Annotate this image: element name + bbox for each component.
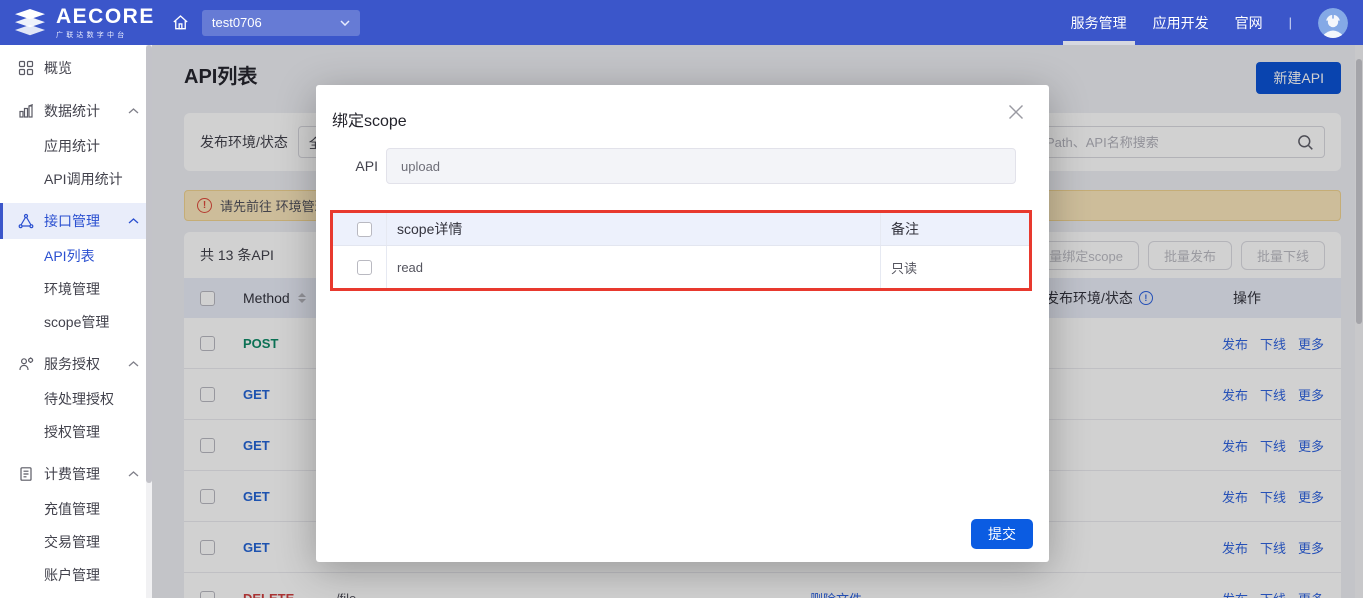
sidebar-item-label: 接口管理 (44, 211, 100, 231)
scope-detail-header: scope详情 (387, 213, 881, 245)
sidebar-group-data-stats[interactable]: 数据统计 (0, 93, 152, 129)
overview-icon (18, 60, 34, 76)
chevron-down-icon (340, 20, 350, 26)
modal-title: 绑定scope (332, 107, 407, 131)
sidebar-item-label: 待处理授权 (44, 389, 114, 409)
aecore-logo-icon (13, 8, 47, 38)
sidebar: 概览 数据统计 应用统计 API调用统计 接口管理 API列表 环境管理 sco… (0, 45, 152, 598)
scope-table-highlight: scope详情 备注 read 只读 (330, 210, 1032, 291)
sidebar-item-overview[interactable]: 概览 (0, 51, 152, 85)
sidebar-item-label: 账户管理 (44, 565, 100, 585)
brand-name: AECORE (56, 6, 155, 27)
sidebar-item-label: 概览 (44, 58, 72, 78)
chevron-up-icon (128, 361, 139, 367)
sidebar-group-api-manage[interactable]: 接口管理 (0, 203, 152, 239)
sidebar-item-label: 服务授权 (44, 354, 100, 374)
nav-item-service-manage[interactable]: 服务管理 (1071, 0, 1127, 45)
brand-subtitle: 广联达数字中台 (56, 30, 155, 40)
sidebar-group-service-auth[interactable]: 服务授权 (0, 346, 152, 382)
chevron-up-icon (128, 471, 139, 477)
sidebar-item-account-manage[interactable]: 账户管理 (0, 558, 152, 591)
sidebar-item-pending-auth[interactable]: 待处理授权 (0, 382, 152, 415)
sidebar-item-label: scope管理 (44, 312, 109, 332)
sidebar-item-trade-manage[interactable]: 交易管理 (0, 525, 152, 558)
workspace-select[interactable]: test0706 (202, 10, 360, 36)
sidebar-scrollbar[interactable] (146, 45, 152, 598)
sidebar-scrollbar-thumb[interactable] (146, 45, 152, 483)
user-avatar[interactable] (1318, 8, 1348, 38)
sidebar-item-label: 环境管理 (44, 279, 100, 299)
data-stats-icon (18, 103, 34, 119)
submit-button[interactable]: 提交 (971, 519, 1033, 549)
api-field-label: API (316, 158, 378, 174)
sidebar-item-label: 计费管理 (44, 464, 100, 484)
close-icon[interactable] (1005, 101, 1027, 123)
nav-item-app-develop[interactable]: 应用开发 (1153, 0, 1209, 45)
sidebar-group-billing[interactable]: 计费管理 (0, 456, 152, 492)
billing-icon (18, 466, 34, 482)
remark-header: 备注 (881, 213, 1029, 245)
scope-value: read (387, 246, 881, 288)
sidebar-item-label: 充值管理 (44, 499, 100, 519)
sidebar-item-api-call-stats[interactable]: API调用统计 (0, 162, 152, 195)
app-screen: AECORE 广联达数字中台 test0706 服务管理 应用开发 官网 | (0, 0, 1363, 598)
workspace-value: test0706 (212, 15, 262, 30)
sidebar-item-env-manage[interactable]: 环境管理 (0, 272, 152, 305)
home-icon[interactable] (171, 13, 190, 32)
api-field[interactable] (386, 148, 1016, 184)
chevron-up-icon (128, 218, 139, 224)
sidebar-item-api-list[interactable]: API列表 (0, 239, 152, 272)
sidebar-item-label: API调用统计 (44, 169, 123, 189)
api-manage-icon (18, 213, 34, 229)
sidebar-item-label: 数据统计 (44, 101, 100, 121)
sidebar-item-scope-manage[interactable]: scope管理 (0, 305, 152, 338)
api-form-row: API (316, 148, 1049, 184)
top-navbar: AECORE 广联达数字中台 test0706 服务管理 应用开发 官网 | (0, 0, 1363, 45)
sidebar-item-label: 授权管理 (44, 422, 100, 442)
scope-remark: 只读 (881, 246, 1029, 288)
nav-item-official-site[interactable]: 官网 (1235, 0, 1263, 45)
sidebar-item-app-stats[interactable]: 应用统计 (0, 129, 152, 162)
sidebar-item-auth-manage[interactable]: 授权管理 (0, 415, 152, 448)
scope-table-header: scope详情 备注 (333, 213, 1029, 246)
sidebar-item-label: 应用统计 (44, 136, 100, 156)
sidebar-item-label: 交易管理 (44, 532, 100, 552)
navbar-menu: 服务管理 应用开发 官网 | (1071, 0, 1363, 45)
scope-row-checkbox[interactable] (357, 260, 372, 275)
nav-divider: | (1289, 15, 1292, 30)
bind-scope-modal: 绑定scope API scope详情 备注 read 只读 提交 (316, 85, 1049, 562)
scope-row: read 只读 (333, 246, 1029, 288)
sidebar-item-recharge-manage[interactable]: 充值管理 (0, 492, 152, 525)
scope-select-all-checkbox[interactable] (357, 222, 372, 237)
sidebar-item-label: API列表 (44, 246, 95, 266)
chevron-up-icon (128, 108, 139, 114)
service-auth-icon (18, 356, 34, 372)
brand-logo: AECORE 广联达数字中台 (0, 6, 155, 40)
